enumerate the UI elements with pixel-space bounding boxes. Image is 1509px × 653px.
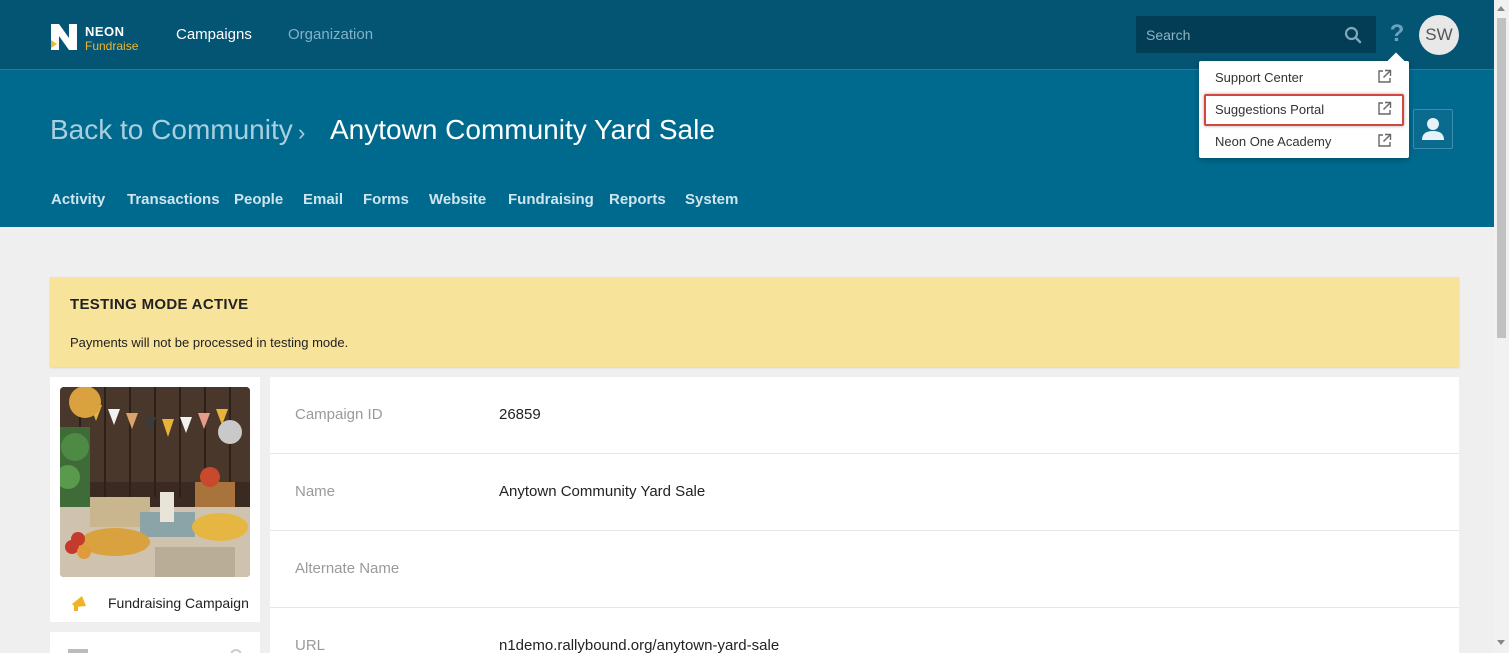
neon-logo-icon: [51, 24, 77, 50]
detail-label: Campaign ID: [295, 406, 383, 423]
menu-item-label: Support Center: [1215, 70, 1304, 85]
tab-system[interactable]: System: [685, 191, 738, 208]
detail-row-name: Name Anytown Community Yard Sale: [270, 454, 1459, 531]
top-bar: NEON Fundraise Campaigns Organization ? …: [0, 0, 1494, 70]
neon-fundraise-logo[interactable]: NEON Fundraise: [49, 20, 149, 54]
secondary-card: [50, 632, 260, 653]
banner-heading: TESTING MODE ACTIVE: [70, 296, 249, 313]
person-icon: [1422, 118, 1444, 140]
scroll-up-icon[interactable]: [1497, 6, 1505, 11]
status-icon: [230, 649, 242, 653]
detail-label: Alternate Name: [295, 560, 400, 577]
breadcrumb-separator: ›: [298, 120, 306, 145]
page-title: Anytown Community Yard Sale: [330, 114, 715, 145]
campaign-photo: [60, 387, 250, 577]
detail-row-campaign-id: Campaign ID 26859: [270, 377, 1459, 454]
search-icon[interactable]: [1344, 26, 1362, 44]
scroll-down-icon[interactable]: [1497, 640, 1505, 645]
tab-fundraising[interactable]: Fundraising: [508, 191, 594, 208]
banner-message: Payments will not be processed in testin…: [70, 335, 349, 350]
detail-row-alternate-name: Alternate Name: [270, 531, 1459, 608]
external-link-icon: [1378, 133, 1392, 147]
user-avatar[interactable]: SW: [1419, 15, 1459, 55]
menu-item-label: Suggestions Portal: [1215, 102, 1325, 117]
menu-item-suggestions-portal[interactable]: Suggestions Portal: [1199, 93, 1409, 126]
testing-mode-banner: TESTING MODE ACTIVE Payments will not be…: [50, 277, 1459, 367]
card-icon: [68, 649, 88, 653]
scrollbar-thumb[interactable]: [1497, 18, 1506, 338]
external-link-icon: [1378, 101, 1392, 115]
megaphone-icon: [72, 596, 86, 611]
detail-label: Name: [295, 483, 336, 500]
tab-forms[interactable]: Forms: [363, 191, 409, 208]
tab-people[interactable]: People: [234, 191, 283, 208]
logo-brand: NEON: [85, 24, 125, 39]
tab-reports[interactable]: Reports: [609, 191, 666, 208]
nav-organization[interactable]: Organization: [288, 26, 373, 43]
detail-label: URL: [295, 637, 326, 653]
nav-campaigns[interactable]: Campaigns: [176, 26, 252, 43]
external-link-icon: [1378, 69, 1392, 83]
user-profile-button[interactable]: [1413, 109, 1453, 149]
page-scrollbar[interactable]: [1494, 0, 1509, 653]
tab-transactions[interactable]: Transactions: [127, 191, 220, 208]
tab-activity[interactable]: Activity: [51, 191, 105, 208]
help-menu-dropdown: Support Center Suggestions Portal Neon O…: [1199, 52, 1409, 158]
menu-item-label: Neon One Academy: [1215, 134, 1332, 149]
breadcrumb-back-link[interactable]: Back to Community: [50, 114, 293, 146]
search-box: [1136, 16, 1376, 53]
tab-email[interactable]: Email: [303, 191, 343, 208]
detail-value: 26859: [499, 406, 541, 423]
detail-value[interactable]: n1demo.rallybound.org/anytown-yard-sale: [499, 637, 779, 653]
menu-item-support-center[interactable]: Support Center: [1199, 61, 1409, 93]
tab-website[interactable]: Website: [429, 191, 486, 208]
logo-sub: Fundraise: [85, 39, 139, 53]
campaign-type-label: Fundraising Campaign: [108, 595, 249, 611]
detail-row-url: URL n1demo.rallybound.org/anytown-yard-s…: [270, 608, 1459, 653]
help-icon[interactable]: ?: [1387, 20, 1407, 48]
search-input[interactable]: [1136, 16, 1336, 53]
menu-item-neon-one-academy[interactable]: Neon One Academy: [1199, 125, 1409, 157]
detail-value: Anytown Community Yard Sale: [499, 483, 706, 500]
campaign-details-panel: Campaign ID 26859 Name Anytown Community…: [270, 377, 1459, 653]
campaign-card: Fundraising Campaign: [50, 377, 260, 622]
